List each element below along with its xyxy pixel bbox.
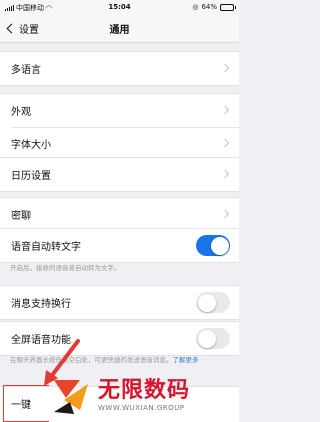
group-secret-chat: 密聊	[0, 197, 239, 232]
chevron-right-icon	[220, 169, 230, 179]
battery-icon	[220, 3, 236, 11]
row-label: 语音自动转文字	[11, 242, 81, 253]
row-label: 密聊	[11, 211, 31, 222]
row-appearance[interactable]: 外观	[0, 94, 239, 127]
chevron-right-icon	[220, 209, 230, 219]
watermark-text: 无限数码 WWW.WUXIAN.GROUP	[98, 378, 190, 412]
group-language: 多语言	[0, 51, 239, 86]
row-label: 字体大小	[11, 140, 51, 151]
battery-percent: 64%	[201, 3, 217, 11]
group-display: 外观 字体大小	[0, 93, 239, 161]
nav-bar: 设置 通用	[0, 15, 239, 43]
watermark: 无限数码 WWW.WUXIAN.GROUP	[50, 368, 239, 422]
chevron-right-icon	[220, 63, 230, 73]
row-label: 外观	[11, 107, 31, 118]
highlight-box	[3, 385, 49, 422]
voice-to-text-hint: 开启后，接收的语音将自动转为文字。	[10, 264, 121, 272]
row-label: 日历设置	[11, 171, 51, 182]
watermark-logo-icon	[54, 380, 88, 414]
voice-to-text-toggle[interactable]	[196, 235, 230, 256]
status-bar: 中国移动 ◠ 15:04 ◎ 64%	[0, 0, 239, 15]
hint-text: 在聊天界面长按任意空白处，可更快捷的发送语音消息。	[10, 356, 173, 364]
watermark-subtitle: WWW.WUXIAN.GROUP	[98, 404, 185, 412]
watermark-title: 无限数码	[98, 378, 191, 403]
row-label: 消息支持换行	[11, 299, 71, 310]
page-title: 通用	[109, 25, 130, 36]
toggle-knob	[197, 293, 216, 312]
row-label: 多语言	[11, 65, 41, 76]
group-fullscreen-voice: 全屏语音功能	[0, 321, 239, 356]
chevron-right-icon	[220, 138, 230, 148]
alarm-icon: ◎	[192, 3, 199, 11]
row-newline: 消息支持换行	[0, 286, 239, 319]
row-voice-to-text: 语音自动转文字	[0, 229, 239, 262]
group-voice-to-text: 语音自动转文字	[0, 228, 239, 263]
toggle-knob	[197, 329, 216, 348]
row-fullscreen-voice: 全屏语音功能	[0, 322, 239, 355]
row-font-size[interactable]: 字体大小	[0, 127, 239, 160]
group-calendar: 日历设置	[0, 157, 239, 192]
newline-toggle[interactable]	[196, 292, 230, 313]
row-calendar[interactable]: 日历设置	[0, 158, 239, 191]
fullscreen-voice-toggle[interactable]	[196, 328, 230, 349]
row-secret-chat[interactable]: 密聊	[0, 198, 239, 231]
status-right: ◎ 64%	[192, 3, 236, 11]
toggle-knob	[210, 236, 229, 255]
chevron-right-icon	[220, 105, 230, 115]
learn-more-link[interactable]: 了解更多	[173, 356, 199, 364]
row-multilang[interactable]: 多语言	[0, 52, 239, 85]
group-newline: 消息支持换行	[0, 285, 239, 320]
